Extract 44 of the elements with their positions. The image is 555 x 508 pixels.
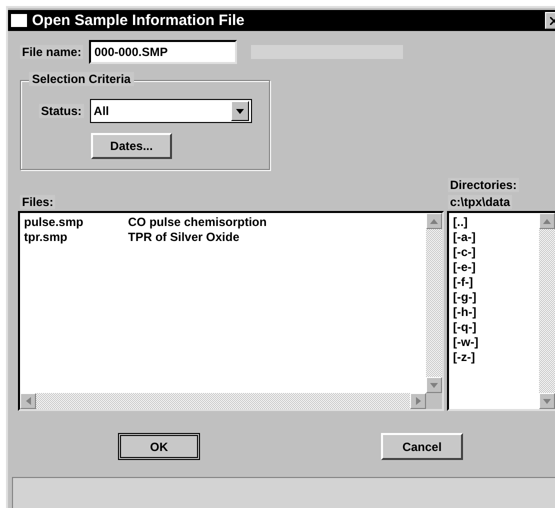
directory-item[interactable]: [-e-] (453, 260, 476, 275)
window-title: Open Sample Information File (32, 12, 246, 29)
directory-item[interactable]: [-w-] (453, 335, 478, 350)
directory-item[interactable]: [-q-] (453, 320, 476, 335)
directory-item[interactable]: [-z-] (453, 350, 475, 365)
file-name[interactable]: tpr.smp (24, 230, 128, 245)
up-arrow-icon (543, 218, 551, 224)
directory-item[interactable]: [-f-] (453, 275, 473, 290)
scroll-up-button[interactable] (539, 213, 555, 229)
down-arrow-icon (543, 398, 551, 404)
directory-item[interactable]: [-c-] (453, 245, 476, 260)
file-name[interactable]: pulse.smp (24, 215, 128, 230)
down-arrow-icon (430, 382, 438, 388)
directory-item[interactable]: [-g-] (453, 290, 476, 305)
scroll-left-button[interactable] (20, 393, 36, 409)
files-list[interactable]: pulse.smp CO pulse chemisorption tpr.smp TPR of Silver Oxide (18, 211, 444, 411)
directory-item[interactable]: [-a-] (453, 230, 476, 245)
scroll-down-button[interactable] (539, 393, 555, 409)
file-description[interactable]: CO pulse chemisorption (128, 215, 267, 230)
file-name-field[interactable]: 000-000.SMP (89, 40, 238, 64)
scroll-up-button[interactable] (426, 213, 442, 229)
ok-button[interactable]: OK (118, 433, 200, 460)
scroll-down-button[interactable] (426, 377, 442, 393)
file-description[interactable]: TPR of Silver Oxide (128, 230, 240, 245)
directory-path: c:\tpx\data (448, 195, 512, 209)
left-arrow-icon (26, 397, 30, 405)
right-arrow-icon (416, 397, 420, 405)
directories-label: Directories: (448, 178, 519, 192)
status-dropdown[interactable]: All (90, 99, 252, 123)
vertical-scrollbar[interactable] (539, 213, 555, 409)
files-label: Files: (20, 195, 56, 209)
directory-item[interactable]: [-h-] (453, 305, 476, 320)
directories-list[interactable]: [..] [-a-] [-c-] [-e-] [-f-] [-g-] [-h-] [-q-] [-w-] [-z-] (447, 211, 555, 411)
dates-button[interactable]: Dates... (91, 133, 172, 159)
group-title: Selection Criteria (29, 72, 134, 86)
horizontal-scrollbar[interactable] (20, 393, 426, 409)
up-arrow-icon (430, 218, 438, 224)
directory-item[interactable]: [..] (453, 215, 468, 230)
file-name-label: File name: (20, 45, 84, 59)
scrollbar-corner (426, 393, 442, 409)
scroll-right-button[interactable] (410, 393, 426, 409)
vertical-scrollbar[interactable] (426, 213, 442, 393)
status-label: Status: (39, 104, 84, 118)
cancel-button[interactable]: Cancel (381, 433, 463, 460)
